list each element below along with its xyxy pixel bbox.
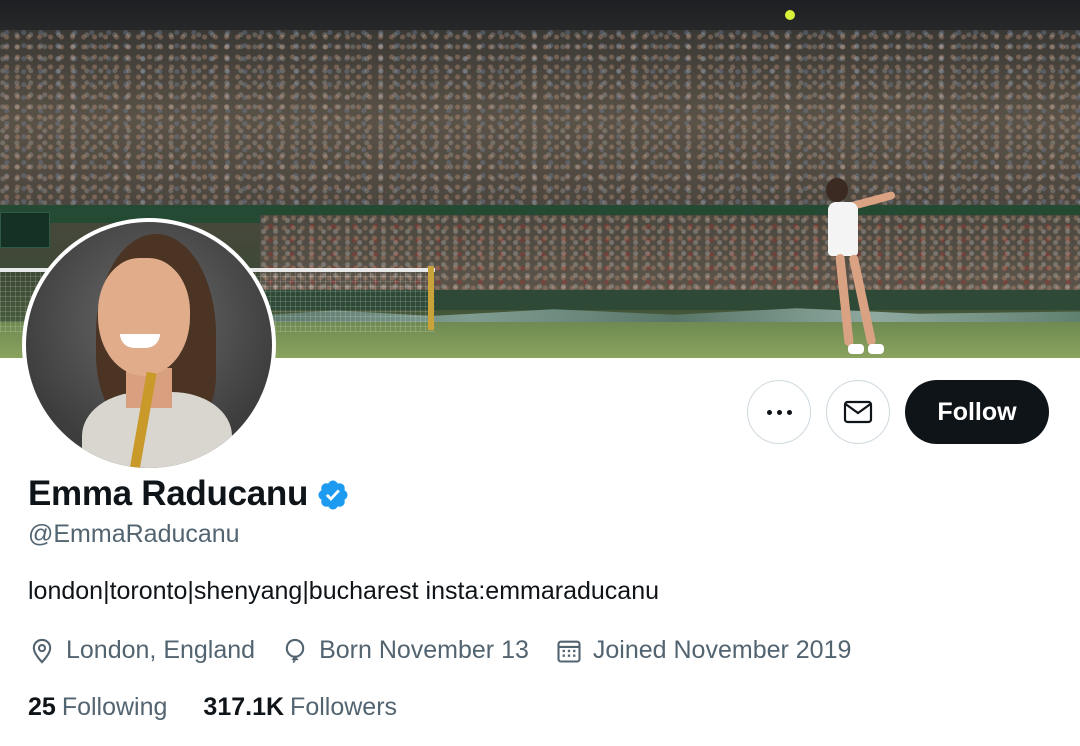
profile-stats: 25 Following 317.1K Followers — [28, 693, 433, 722]
location-text: London, England — [66, 636, 256, 664]
following-count: 25 — [28, 693, 56, 721]
location-item: London, England — [28, 636, 255, 665]
follow-button[interactable]: Follow — [905, 380, 1049, 444]
followers-count: 317.1K — [203, 693, 285, 721]
more-horizontal-icon — [766, 409, 792, 415]
following-label: Following — [61, 693, 168, 721]
profile-handle: @EmmaRaducanu — [28, 520, 240, 548]
followers-link[interactable]: 317.1K Followers — [203, 693, 397, 722]
verified-badge-icon — [318, 480, 348, 510]
joined-item: Joined November 2019 — [555, 636, 852, 665]
followers-label: Followers — [290, 693, 398, 721]
message-button[interactable] — [826, 380, 890, 444]
banner-tennis-ball — [785, 10, 795, 20]
calendar-icon — [557, 640, 581, 663]
display-name: Emma Raducanu — [28, 474, 309, 513]
balloon-icon — [285, 638, 305, 663]
following-link[interactable]: 25 Following — [28, 693, 167, 722]
more-button[interactable] — [747, 380, 811, 444]
name-row: Emma Raducanu — [28, 474, 350, 514]
birthday-item: Born November 13 — [281, 636, 529, 665]
avatar-photo — [26, 222, 272, 468]
envelope-icon — [843, 400, 873, 424]
banner-player — [818, 178, 897, 358]
joined-text: Joined November 2019 — [592, 636, 852, 664]
birthday-text: Born November 13 — [319, 636, 529, 664]
profile-avatar[interactable] — [22, 218, 276, 472]
profile-meta: London, England Born November 13 Joined … — [28, 636, 877, 665]
location-pin-icon — [32, 638, 52, 664]
banner-scoreboard — [0, 212, 50, 248]
banner-net-post — [428, 266, 434, 330]
profile-bio: london|toronto|shenyang|bucharest insta:… — [28, 577, 660, 605]
banner-crowd — [0, 30, 1080, 210]
